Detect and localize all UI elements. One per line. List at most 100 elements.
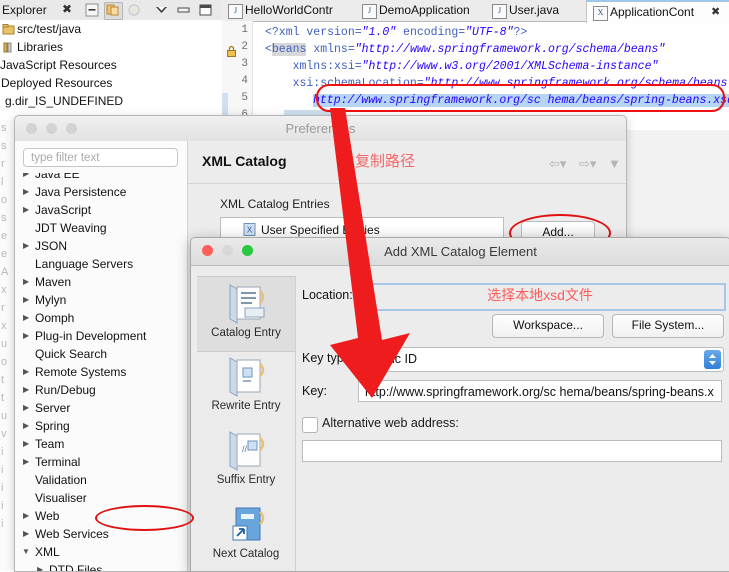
chevron-right-icon: ▶ xyxy=(23,511,30,520)
preferences-title-bar[interactable]: Preferences xyxy=(15,116,626,142)
alternative-web-address-input[interactable] xyxy=(302,440,722,462)
pref-item-team[interactable]: ▶ Team xyxy=(15,435,186,453)
pref-item-quick-search[interactable]: Quick Search xyxy=(15,345,186,363)
strip-row: r xyxy=(1,302,5,314)
dialog-body: Catalog Entry Rewrite Entry // Suffix En… xyxy=(191,266,729,571)
close-icon[interactable]: ✖ xyxy=(711,2,720,22)
strip-row: i xyxy=(1,464,4,476)
workspace-button[interactable]: Workspace... xyxy=(492,314,604,338)
key-input[interactable]: http://www.springframework.org/sc hema/b… xyxy=(358,380,722,402)
category-rewrite-entry[interactable]: Rewrite Entry xyxy=(197,350,295,424)
strip-row: u xyxy=(1,338,8,350)
collapse-all-icon[interactable] xyxy=(84,2,101,18)
pref-item-visualiser[interactable]: Visualiser xyxy=(15,489,186,507)
pref-item-json[interactable]: ▶ JSON xyxy=(15,237,186,255)
pref-item-label: Language Servers xyxy=(35,257,134,271)
pref-item-label: Validation xyxy=(35,473,87,487)
code-token: "http://www.springframework.org/schema/b… xyxy=(354,43,666,56)
strip-row: i xyxy=(1,446,4,458)
pref-item-terminal[interactable]: ▶ Terminal xyxy=(15,453,186,471)
dialog-title-bar[interactable]: Add XML Catalog Element xyxy=(191,238,729,266)
code-line-1: <?xml version="1.0" encoding="UTF-8"?> xyxy=(265,24,527,41)
code-token: <?xml version= xyxy=(265,26,362,39)
pref-item-plugin-development[interactable]: ▶ Plug-in Development xyxy=(15,327,186,345)
explorer-tree[interactable]: src/test/java Libraries JavaScript Resou… xyxy=(0,20,222,120)
xml-file-icon: X xyxy=(593,6,608,21)
lock-icon xyxy=(225,45,238,58)
java-file-icon: J xyxy=(492,4,507,19)
explorer-item-label: Deployed Resources xyxy=(1,76,113,90)
filter-input[interactable]: type filter text xyxy=(23,148,178,167)
link-with-editor-icon[interactable] xyxy=(104,2,123,20)
key-type-select[interactable]: Public ID xyxy=(358,347,724,372)
editor-tab-helloworldcontr[interactable]: J HelloWorldContr xyxy=(222,0,356,21)
category-suffix-entry[interactable]: // Suffix Entry xyxy=(197,424,295,498)
strip-row: t xyxy=(1,392,5,404)
editor-code-area[interactable]: − <?xml version="1.0" encoding="UTF-8"?>… xyxy=(253,21,729,130)
pref-item-run-debug[interactable]: ▶ Run/Debug xyxy=(15,381,186,399)
pref-item-server[interactable]: ▶ Server xyxy=(15,399,186,417)
explorer-tab-bar: Explorer ✖ xyxy=(0,0,222,21)
pref-item-javascript[interactable]: ▶ JavaScript xyxy=(15,201,186,219)
pref-item-mylyn[interactable]: ▶ Mylyn xyxy=(15,291,186,309)
strip-row: x xyxy=(1,320,7,332)
project-explorer-panel: Explorer ✖ src/test/java Libraries JavaS… xyxy=(0,0,222,120)
pref-item-web-services[interactable]: ▶ Web Services xyxy=(15,525,186,543)
pref-item-label: XML xyxy=(35,545,60,559)
explorer-item-label: Libraries xyxy=(17,40,64,54)
editor-tab-applicationcont[interactable]: X ApplicationCont ✖ xyxy=(586,0,729,23)
pref-item-maven[interactable]: ▶ Maven xyxy=(15,273,186,291)
highlight-box-schema-url xyxy=(316,84,725,112)
chevron-updown-icon[interactable] xyxy=(704,350,721,369)
chevron-right-icon: ▶ xyxy=(23,187,30,196)
maximize-icon[interactable] xyxy=(197,2,214,18)
pref-item-jdt-weaving[interactable]: JDT Weaving xyxy=(15,219,186,237)
chevron-right-icon: ▶ xyxy=(23,295,30,304)
pref-item-label: JavaScript xyxy=(35,203,92,217)
minimize-icon[interactable] xyxy=(175,2,192,18)
back-arrow-icon[interactable]: ⇦▾ xyxy=(549,156,566,172)
next-catalog-icon xyxy=(226,502,268,548)
dialog-category-sidebar[interactable]: Catalog Entry Rewrite Entry // Suffix En… xyxy=(197,276,296,571)
pref-item-label: Java EE xyxy=(35,173,80,181)
chevron-right-icon: ▶ xyxy=(23,529,30,538)
explorer-tab-label[interactable]: Explorer xyxy=(2,3,47,17)
pref-item-oomph[interactable]: ▶ Oomph xyxy=(15,309,186,327)
pref-item-java-ee[interactable]: ▶ Java EE xyxy=(15,173,186,183)
pref-item-spring[interactable]: ▶ Spring xyxy=(15,417,186,435)
pref-item-web[interactable]: ▶ Web xyxy=(15,507,186,525)
category-next-catalog[interactable]: Next Catalog xyxy=(197,498,295,571)
category-catalog-entry[interactable]: Catalog Entry xyxy=(197,276,295,352)
dialog-title: Add XML Catalog Element xyxy=(384,244,537,259)
forward-arrow-icon[interactable]: ⇨▾ xyxy=(579,156,596,172)
svg-text://: // xyxy=(242,444,248,454)
editor-tab-user-java[interactable]: J User.java xyxy=(486,0,586,21)
code-token: beans xyxy=(271,43,307,56)
chevron-down-icon: ▼ xyxy=(22,547,30,556)
pref-item-xml[interactable]: ▼ XML xyxy=(15,543,186,561)
strip-row: o xyxy=(1,194,8,206)
file-system-button[interactable]: File System... xyxy=(612,314,724,338)
preferences-sidebar: type filter text ▶ Java EE ▶ Java Persiste… xyxy=(15,141,188,571)
key-type-value: Public ID xyxy=(367,352,418,366)
pref-item-java-persistence[interactable]: ▶ Java Persistence xyxy=(15,183,186,201)
pref-item-validation[interactable]: Validation xyxy=(15,471,186,489)
preferences-tree[interactable]: ▶ Java EE ▶ Java Persistence ▶ JavaScript J… xyxy=(15,173,186,571)
alternative-web-address-checkbox[interactable] xyxy=(302,417,318,433)
rewrite-entry-icon xyxy=(226,354,268,400)
chevron-right-icon: ▶ xyxy=(23,241,30,250)
editor-tab-demoapplication[interactable]: J DemoApplication xyxy=(356,0,486,21)
close-icon[interactable]: ✖ xyxy=(62,2,72,16)
strip-row: s xyxy=(1,212,7,224)
editor-tab-strip: J HelloWorldContr J DemoApplication J Us… xyxy=(222,0,729,23)
section-title: XML Catalog Entries xyxy=(220,197,330,211)
suffix-entry-icon: // xyxy=(226,428,268,474)
category-label: Catalog Entry xyxy=(211,327,281,339)
category-label: Next Catalog xyxy=(212,548,280,560)
pref-item-label: Spring xyxy=(35,419,70,433)
view-menu-icon[interactable] xyxy=(153,2,170,18)
view-menu-icon[interactable]: ▼ xyxy=(608,156,621,171)
pref-item-language-servers[interactable]: Language Servers xyxy=(15,255,186,273)
xml-catalog-icon: X xyxy=(243,223,256,236)
pref-item-remote-systems[interactable]: ▶ Remote Systems xyxy=(15,363,186,381)
